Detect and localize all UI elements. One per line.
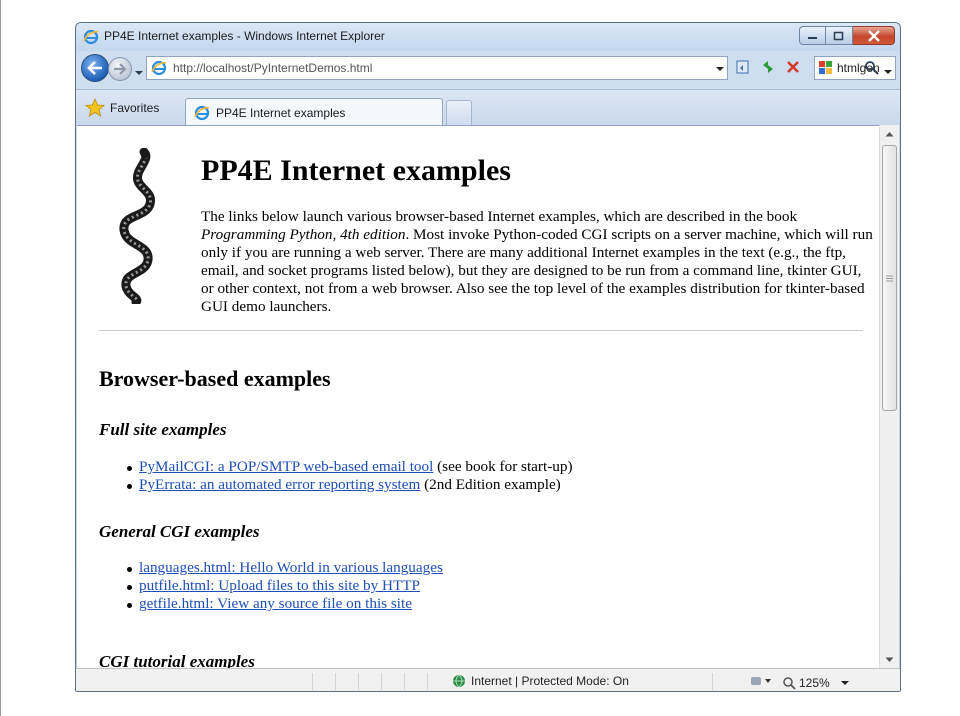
scroll-thumb[interactable] — [882, 145, 897, 411]
forward-button[interactable] — [108, 57, 132, 81]
intro-book-title: Programming Python, 4th edition — [201, 226, 406, 243]
close-icon — [867, 29, 880, 42]
favorites-label: Favorites — [110, 101, 160, 115]
list-item: PyMailCGI: a POP/SMTP web-based email to… — [123, 458, 573, 476]
security-zone[interactable]: Internet | Protected Mode: On — [452, 674, 629, 688]
minimize-icon — [807, 36, 817, 39]
caption-buttons — [799, 26, 895, 46]
general-cgi-list: languages.html: Hello World in various l… — [123, 559, 443, 613]
list-item: getfile.html: View any source file on th… — [123, 595, 443, 613]
stop-button[interactable] — [783, 57, 803, 77]
scroll-up-icon — [885, 131, 894, 136]
close-button[interactable] — [853, 26, 895, 45]
search-dropdown-icon[interactable] — [883, 62, 893, 74]
link-pyerrata[interactable]: PyErrata: an automated error reporting s… — [139, 476, 420, 493]
intro-paragraph: The links below launch various browser-b… — [201, 208, 877, 316]
back-button[interactable] — [81, 54, 109, 82]
full-site-list: PyMailCGI: a POP/SMTP web-based email to… — [123, 458, 573, 494]
navigation-bar: http://localhost/PyInternetDemos.html ht… — [76, 51, 900, 85]
tab-pp4e-internet-examples[interactable]: PP4E Internet examples — [185, 98, 443, 126]
status-divider — [358, 673, 359, 690]
status-divider — [427, 673, 428, 690]
zoom-level: 125% — [799, 675, 830, 690]
address-actions — [733, 57, 803, 77]
addons-icon[interactable] — [750, 673, 772, 691]
back-arrow-icon — [87, 61, 102, 75]
forward-arrow-icon — [114, 63, 127, 75]
tab-label: PP4E Internet examples — [216, 105, 346, 120]
scroll-down-button[interactable] — [880, 651, 899, 668]
vertical-scrollbar[interactable] — [879, 125, 899, 668]
compatibility-icon — [736, 60, 749, 74]
stop-icon — [787, 61, 799, 73]
title-bar[interactable]: PP4E Internet examples - Windows Interne… — [76, 23, 900, 51]
subheading-full-site: Full site examples — [99, 420, 227, 439]
favorites-button[interactable]: Favorites — [85, 97, 159, 119]
section-heading-browser-based: Browser-based examples — [99, 366, 331, 391]
status-bar: Internet | Protected Mode: On 125% — [76, 668, 900, 691]
star-icon — [85, 98, 105, 117]
intro-text-part1: The links below launch various browser-b… — [201, 208, 798, 225]
zone-text: Internet | Protected Mode: On — [471, 674, 629, 688]
compatibility-view-button[interactable] — [733, 57, 753, 77]
refresh-icon — [763, 61, 773, 73]
minimize-button[interactable] — [799, 26, 826, 45]
grip-icon — [886, 275, 893, 281]
search-icon[interactable] — [864, 60, 879, 75]
status-divider — [404, 673, 405, 690]
ie-window: PP4E Internet examples - Windows Interne… — [75, 22, 901, 692]
list-item-note: (see book for start-up) — [433, 458, 573, 475]
address-bar[interactable]: http://localhost/PyInternetDemos.html — [146, 56, 728, 80]
search-box[interactable]: htmlgen — [814, 56, 896, 80]
status-divider — [712, 673, 713, 690]
page-ie-icon — [151, 60, 167, 76]
link-getfile[interactable]: getfile.html: View any source file on th… — [139, 595, 412, 612]
status-divider — [312, 673, 313, 690]
status-divider — [381, 673, 382, 690]
status-divider — [335, 673, 336, 690]
list-item-note: (2nd Edition example) — [420, 476, 561, 493]
url-text[interactable]: http://localhost/PyInternetDemos.html — [173, 61, 372, 75]
status-controls: 125% — [750, 673, 850, 691]
zoom-control[interactable]: 125% — [782, 676, 830, 690]
maximize-button[interactable] — [826, 26, 853, 45]
python-snake-logo — [114, 147, 160, 307]
page-content: PP4E Internet examples The links below l… — [77, 125, 879, 668]
subheading-cgi-tutorial: CGI tutorial examples — [99, 652, 255, 668]
link-pymailcgi[interactable]: PyMailCGI: a POP/SMTP web-based email to… — [139, 458, 433, 475]
divider — [99, 330, 863, 331]
link-languages[interactable]: languages.html: Hello World in various l… — [139, 559, 443, 576]
scroll-down-icon — [885, 657, 894, 662]
scroll-up-button[interactable] — [880, 125, 899, 142]
subheading-general-cgi: General CGI examples — [99, 522, 260, 541]
list-item: putfile.html: Upload files to this site … — [123, 577, 443, 595]
link-putfile[interactable]: putfile.html: Upload files to this site … — [139, 577, 420, 594]
new-tab-button[interactable] — [446, 100, 472, 126]
search-provider-icon — [818, 60, 834, 76]
page-heading: PP4E Internet examples — [201, 154, 511, 187]
tab-bar: Favorites PP4E Internet examples — [76, 89, 900, 126]
address-dropdown-icon[interactable] — [713, 61, 727, 75]
ie-app-icon — [83, 29, 99, 45]
refresh-button[interactable] — [758, 57, 778, 77]
globe-icon — [453, 674, 465, 688]
tab-ie-icon — [194, 105, 210, 120]
history-dropdown-icon[interactable] — [134, 63, 144, 75]
zoom-dropdown-icon[interactable] — [840, 673, 850, 691]
list-item: languages.html: Hello World in various l… — [123, 559, 443, 577]
list-item: PyErrata: an automated error reporting s… — [123, 476, 573, 494]
maximize-icon — [833, 31, 844, 40]
window-title: PP4E Internet examples - Windows Interne… — [104, 29, 385, 43]
zoom-icon — [783, 676, 796, 690]
